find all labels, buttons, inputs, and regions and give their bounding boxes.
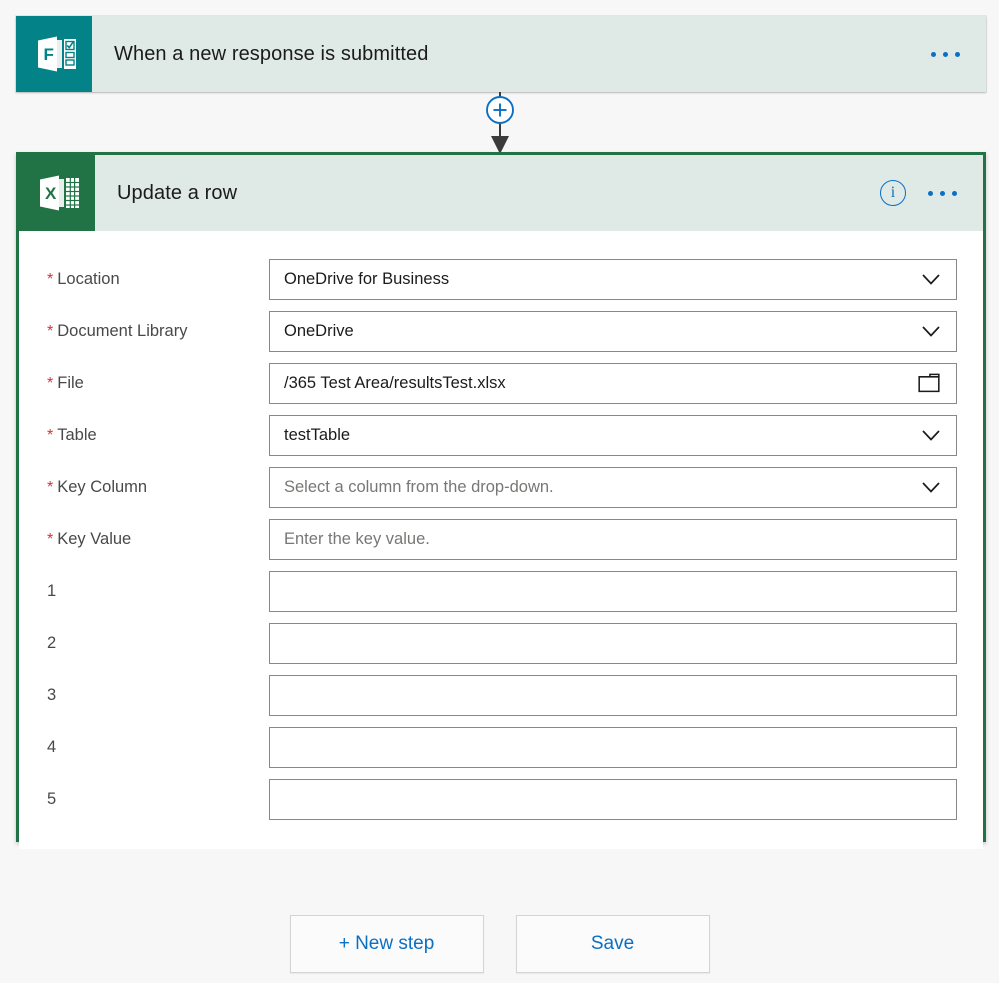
- action-title: Update a row: [117, 181, 238, 204]
- field-label: * File: [47, 374, 269, 393]
- action-card-header[interactable]: X Update a row i: [19, 155, 983, 231]
- svg-text:X: X: [45, 184, 57, 203]
- field-text-input[interactable]: [269, 570, 957, 612]
- form-row: * Key Column Select a column from the drop…: [47, 461, 957, 513]
- form-row: 1: [47, 565, 957, 617]
- save-button[interactable]: Save: [515, 915, 710, 973]
- required-asterisk: *: [47, 426, 54, 444]
- field-label-text: Key Value: [57, 529, 132, 548]
- new-step-button[interactable]: + New step: [289, 915, 484, 973]
- field-file-input[interactable]: /365 Test Area/resultsTest.xlsx: [269, 362, 957, 404]
- svg-text:F: F: [44, 45, 54, 64]
- field-text-input[interactable]: [269, 622, 957, 664]
- required-asterisk: *: [47, 270, 54, 288]
- chevron-down-icon: [922, 482, 940, 493]
- field-label-text: 3: [47, 685, 57, 704]
- field-label-text: 2: [47, 633, 57, 652]
- field-dropdown[interactable]: OneDrive for Business: [269, 258, 957, 300]
- field-text-input[interactable]: Enter the key value.: [269, 518, 957, 560]
- flow-connector: [478, 92, 522, 154]
- field-text-input[interactable]: [269, 726, 957, 768]
- trigger-overflow-menu-icon[interactable]: [925, 44, 966, 65]
- field-placeholder: Select a column from the drop-down.: [284, 477, 554, 496]
- required-asterisk: *: [47, 478, 54, 496]
- microsoft-forms-icon: F: [16, 16, 92, 92]
- action-overflow-menu-icon[interactable]: [922, 183, 963, 204]
- field-dropdown[interactable]: testTable: [269, 414, 957, 456]
- field-label: 4: [47, 738, 269, 757]
- field-dropdown[interactable]: OneDrive: [269, 310, 957, 352]
- microsoft-excel-icon: X: [19, 155, 95, 231]
- field-label: 5: [47, 790, 269, 809]
- action-card-update-a-row: X Update a row i * Location OneDrive for…: [16, 152, 986, 849]
- trigger-card[interactable]: F When a new response is submitted: [16, 16, 986, 92]
- field-label: 2: [47, 634, 269, 653]
- field-label-text: 1: [47, 581, 57, 600]
- chevron-down-icon: [922, 326, 940, 337]
- field-label-text: Key Column: [57, 477, 148, 496]
- field-label: * Table: [47, 426, 269, 445]
- field-value: /365 Test Area/resultsTest.xlsx: [284, 373, 506, 392]
- form-row: * Document Library OneDrive: [47, 305, 957, 357]
- action-header-actions: i: [880, 155, 983, 231]
- field-label-text: Location: [57, 269, 120, 288]
- folder-picker-icon[interactable]: [918, 373, 940, 393]
- field-label: * Document Library: [47, 322, 269, 341]
- form-row: 3: [47, 669, 957, 721]
- field-value: testTable: [284, 425, 351, 444]
- form-row: 5: [47, 773, 957, 825]
- field-value: OneDrive: [284, 321, 354, 340]
- form-row: 2: [47, 617, 957, 669]
- field-label-text: Table: [57, 425, 97, 444]
- field-value: OneDrive for Business: [284, 269, 450, 288]
- trigger-header-actions: [925, 16, 986, 92]
- form-row: * File/365 Test Area/resultsTest.xlsx: [47, 357, 957, 409]
- chevron-down-icon: [922, 430, 940, 441]
- form-row: * Location OneDrive for Business: [47, 253, 957, 305]
- required-asterisk: *: [47, 374, 54, 392]
- required-asterisk: *: [47, 322, 54, 340]
- form-row: 4: [47, 721, 957, 773]
- flow-footer-actions: + New step Save: [0, 915, 999, 973]
- field-text-input[interactable]: [269, 778, 957, 820]
- field-label: * Key Column: [47, 478, 269, 497]
- field-label-text: 5: [47, 789, 57, 808]
- info-icon[interactable]: i: [880, 180, 906, 206]
- field-label-text: 4: [47, 737, 57, 756]
- field-label: 3: [47, 686, 269, 705]
- field-dropdown[interactable]: Select a column from the drop-down.: [269, 466, 957, 508]
- field-label-text: File: [57, 373, 84, 392]
- required-asterisk: *: [47, 530, 54, 548]
- form-row: * Table testTable: [47, 409, 957, 461]
- form-row: * Key Value Enter the key value.: [47, 513, 957, 565]
- action-form: * Location OneDrive for Business * Document …: [19, 231, 983, 849]
- field-placeholder: Enter the key value.: [284, 529, 430, 548]
- field-label-text: Document Library: [57, 321, 188, 340]
- field-text-input[interactable]: [269, 674, 957, 716]
- chevron-down-icon: [922, 274, 940, 285]
- field-label: * Key Value: [47, 530, 269, 549]
- field-label: * Location: [47, 270, 269, 289]
- trigger-title: When a new response is submitted: [114, 42, 429, 65]
- field-label: 1: [47, 582, 269, 601]
